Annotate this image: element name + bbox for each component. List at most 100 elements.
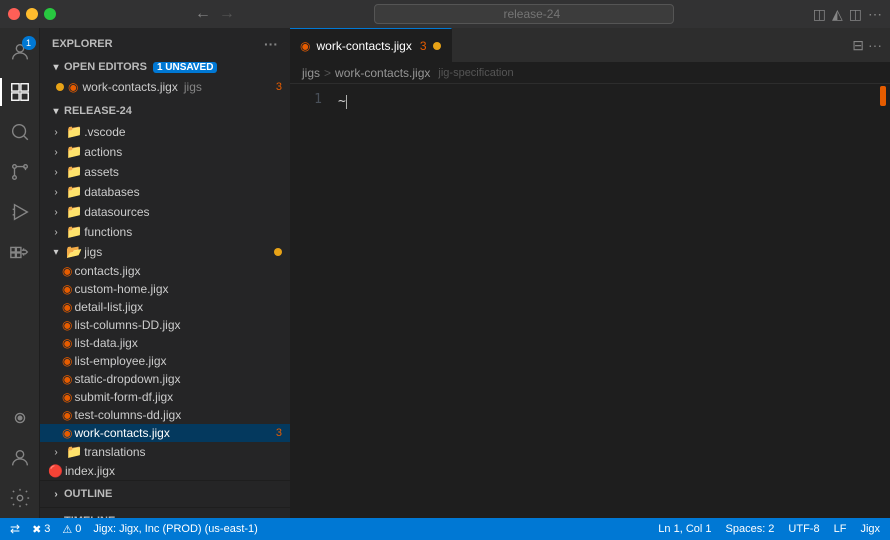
code-line-1: ~ xyxy=(338,92,890,111)
folder-translations[interactable]: › 📁 translations xyxy=(40,442,290,462)
detail-list-file-label: detail-list.jigx xyxy=(74,300,143,314)
open-editor-item[interactable]: ◉ work-contacts.jigx jigs 3 xyxy=(40,78,290,96)
folder-vscode[interactable]: › 📁 .vscode xyxy=(40,122,290,142)
outline-label: OUTLINE xyxy=(64,488,112,500)
activity-item-run[interactable] xyxy=(0,192,40,232)
breadcrumb-part2[interactable]: work-contacts.jigx xyxy=(335,66,430,80)
statusbar-right: Ln 1, Col 1 Spaces: 2 UTF-8 LF Jigx xyxy=(656,523,882,535)
line-ending-label: LF xyxy=(834,523,847,535)
file-custom-home[interactable]: ◉ custom-home.jigx xyxy=(40,280,290,298)
outline-chevron: › xyxy=(48,486,64,502)
open-editors-section[interactable]: ▾ OPEN EDITORS 1 unsaved xyxy=(40,56,290,78)
line-number-1: 1 xyxy=(290,92,322,107)
datasources-chevron: › xyxy=(48,204,64,220)
functions-chevron: › xyxy=(48,224,64,240)
explorer-label: EXPLORER xyxy=(52,38,113,50)
file-static-dropdown[interactable]: ◉ static-dropdown.jigx xyxy=(40,370,290,388)
status-warnings[interactable]: ⚠ 0 xyxy=(60,523,83,536)
activity-item-search[interactable] xyxy=(0,112,40,152)
folder-actions[interactable]: › 📁 actions xyxy=(40,142,290,162)
folder-actions-icon: 📁 xyxy=(66,144,82,160)
activity-item-jigx[interactable] xyxy=(0,398,40,438)
folder-jigs[interactable]: ▾ 📂 jigs xyxy=(40,242,290,262)
status-spaces[interactable]: Spaces: 2 xyxy=(724,523,777,535)
status-remote[interactable]: ⇄ xyxy=(8,522,22,536)
layout3-icon[interactable]: ◫ xyxy=(849,6,862,23)
status-errors[interactable]: ✖ 3 xyxy=(30,523,52,536)
editor-tabs: ◉ work-contacts.jigx 3 ⊟ ··· xyxy=(290,28,890,63)
file-list-employee[interactable]: ◉ list-employee.jigx xyxy=(40,352,290,370)
folder-assets[interactable]: › 📁 assets xyxy=(40,162,290,182)
titlebar: ← → 🔍 ◫ ◭ ◫ ⋯ xyxy=(0,0,890,28)
activity-item-source-control[interactable] xyxy=(0,152,40,192)
more-icon[interactable]: ⋯ xyxy=(868,6,882,23)
index-file-icon: 🔴 xyxy=(48,464,63,478)
folder-assets-icon: 📁 xyxy=(66,164,82,180)
outline-header[interactable]: › OUTLINE xyxy=(40,483,290,505)
file-submit-form[interactable]: ◉ submit-form-df.jigx xyxy=(40,388,290,406)
list-employee-file-label: list-employee.jigx xyxy=(74,354,166,368)
activity-item-account[interactable]: 1 xyxy=(0,32,40,72)
open-editors-label: OPEN EDITORS xyxy=(64,61,147,73)
statusbar: ⇄ ✖ 3 ⚠ 0 Jigx: Jigx, Inc (PROD) (us-eas… xyxy=(0,518,890,540)
minimize-button[interactable] xyxy=(26,8,38,20)
layout1-icon[interactable]: ◫ xyxy=(813,6,826,23)
file-test-columns[interactable]: ◉ test-columns-dd.jigx xyxy=(40,406,290,424)
tab-ellipsis-icon[interactable]: ··· xyxy=(868,37,882,53)
folder-datasources[interactable]: › 📁 datasources xyxy=(40,202,290,222)
contacts-file-icon: ◉ xyxy=(62,264,72,278)
submit-form-file-icon: ◉ xyxy=(62,390,72,404)
search-input[interactable] xyxy=(374,4,674,24)
unsaved-dot xyxy=(56,83,64,91)
folder-databases-label: databases xyxy=(84,185,139,199)
folder-databases[interactable]: › 📁 databases xyxy=(40,182,290,202)
file-contacts[interactable]: ◉ contacts.jigx xyxy=(40,262,290,280)
release-section-header[interactable]: ▾ RELEASE-24 xyxy=(40,100,290,122)
file-list-data[interactable]: ◉ list-data.jigx xyxy=(40,334,290,352)
folder-functions-label: functions xyxy=(84,225,132,239)
open-editor-count: 3 xyxy=(266,81,282,93)
jigx-info-label: Jigx: Jigx, Inc (PROD) (us-east-1) xyxy=(93,523,257,535)
status-encoding[interactable]: UTF-8 xyxy=(786,523,821,535)
file-index[interactable]: 🔴 index.jigx xyxy=(40,462,290,480)
open-editor-filename: work-contacts.jigx xyxy=(82,80,177,94)
split-editor-icon[interactable]: ⊟ xyxy=(852,37,864,54)
breadcrumb: jigs > work-contacts.jigx jig-specificat… xyxy=(290,63,890,84)
folder-functions-icon: 📁 xyxy=(66,224,82,240)
list-data-file-icon: ◉ xyxy=(62,336,72,350)
folder-translations-icon: 📁 xyxy=(66,444,82,460)
back-button[interactable]: ← xyxy=(195,5,211,23)
forward-button[interactable]: → xyxy=(219,5,235,23)
activity-item-profile[interactable] xyxy=(0,438,40,478)
file-detail-list[interactable]: ◉ detail-list.jigx xyxy=(40,298,290,316)
code-editor[interactable]: ~ xyxy=(330,84,890,518)
explorer-ellipsis[interactable]: ··· xyxy=(264,36,278,52)
activity-item-extensions[interactable] xyxy=(0,232,40,272)
layout2-icon[interactable]: ◭ xyxy=(832,6,843,23)
maximize-button[interactable] xyxy=(44,8,56,20)
tab-work-contacts[interactable]: ◉ work-contacts.jigx 3 xyxy=(290,28,452,63)
file-list-columns-dd[interactable]: ◉ list-columns-DD.jigx xyxy=(40,316,290,334)
warning-count: 0 xyxy=(75,523,81,535)
jigx-file-icon: ◉ xyxy=(68,80,78,94)
status-jigx-info[interactable]: Jigx: Jigx, Inc (PROD) (us-east-1) xyxy=(91,523,259,535)
close-button[interactable] xyxy=(8,8,20,20)
folder-functions[interactable]: › 📁 functions xyxy=(40,222,290,242)
status-line-ending[interactable]: LF xyxy=(832,523,849,535)
status-position[interactable]: Ln 1, Col 1 xyxy=(656,523,713,535)
error-count: 3 xyxy=(44,523,50,535)
activity-item-explorer[interactable] xyxy=(0,72,40,112)
translations-chevron: › xyxy=(48,444,64,460)
breadcrumb-part1[interactable]: jigs xyxy=(302,66,320,80)
file-work-contacts[interactable]: ◉ work-contacts.jigx 3 xyxy=(40,424,290,442)
sidebar-content: ▾ OPEN EDITORS 1 unsaved ◉ work-contacts… xyxy=(40,56,290,518)
activity-item-settings[interactable] xyxy=(0,478,40,518)
submit-form-file-label: submit-form-df.jigx xyxy=(74,390,173,404)
language-label: Jigx xyxy=(860,523,880,535)
folder-datasources-icon: 📁 xyxy=(66,204,82,220)
folder-jigs-icon: 📂 xyxy=(66,244,82,260)
status-language[interactable]: Jigx xyxy=(858,523,882,535)
assets-chevron: › xyxy=(48,164,64,180)
timeline-header[interactable]: › TIMELINE xyxy=(40,510,290,518)
scrollbar-right[interactable] xyxy=(876,84,890,518)
